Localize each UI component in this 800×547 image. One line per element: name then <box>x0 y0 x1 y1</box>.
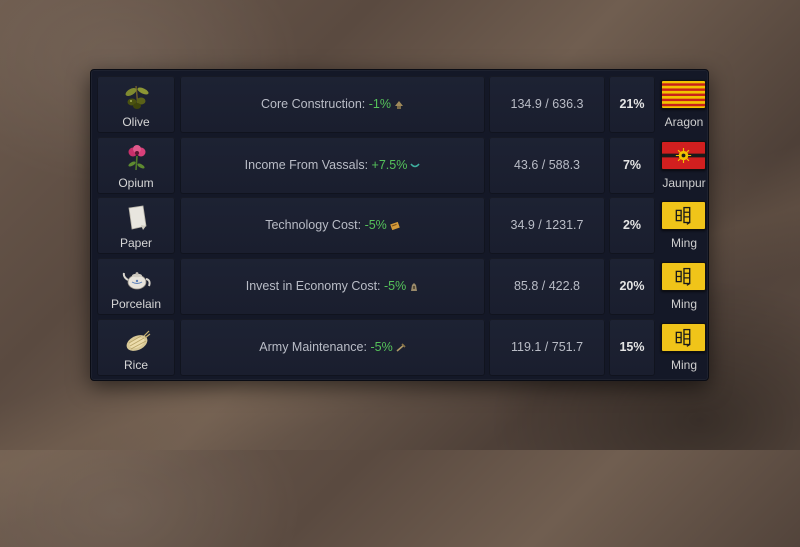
trade-value: 134.9 / 636.3 <box>510 97 584 111</box>
modifier-cell: Technology Cost: -5% <box>180 197 485 254</box>
value-cell: 34.9 / 1231.7 <box>489 197 605 254</box>
owner-cell[interactable]: Jaunpur <box>657 137 711 194</box>
army-maintenance-icon <box>396 343 406 352</box>
trade-good-row[interactable]: Porcelain Invest in Economy Cost: -5% 85… <box>97 258 706 315</box>
good-cell[interactable]: Paper <box>97 197 175 254</box>
owner-name: Ming <box>670 297 697 311</box>
trade-share-percent: 2% <box>622 218 642 232</box>
core-construction-icon <box>394 100 403 109</box>
trade-good-row[interactable]: Opium Income From Vassals: +7.5% 43.6 / … <box>97 137 706 194</box>
modifier-cell: Core Construction: -1% <box>180 76 485 133</box>
trade-good-row[interactable]: Rice Army Maintenance: -5% 119.1 / 751.7… <box>97 319 706 376</box>
trade-value: 119.1 / 751.7 <box>510 340 584 354</box>
modifier-label: Technology Cost: <box>265 218 365 232</box>
owner-name: Ming <box>670 358 697 372</box>
modifier-label: Army Maintenance: <box>259 340 371 354</box>
modifier-label: Invest in Economy Cost: <box>245 279 385 293</box>
trade-value: 34.9 / 1231.7 <box>510 218 584 232</box>
owner-name: Ming <box>670 236 697 250</box>
modifier-value: -5% <box>364 218 387 232</box>
trade-share-percent: 7% <box>622 158 642 172</box>
modifier-value: -5% <box>370 340 393 354</box>
value-cell: 134.9 / 636.3 <box>489 76 605 133</box>
ming-flag-icon[interactable] <box>661 323 706 352</box>
trade-good-row[interactable]: Paper Technology Cost: -5% 34.9 / 1231.7… <box>97 197 706 254</box>
olive-icon <box>125 85 149 109</box>
good-cell[interactable]: Rice <box>97 319 175 376</box>
modifier-label: Income From Vassals: <box>244 158 372 172</box>
good-name: Olive <box>122 115 150 129</box>
ming-flag-icon[interactable] <box>661 201 706 230</box>
vassal-income-icon <box>410 163 420 167</box>
owner-cell[interactable]: Aragon <box>657 76 711 133</box>
trade-share-percent: 20% <box>619 279 645 293</box>
modifier-value: -5% <box>384 279 407 293</box>
paper-icon <box>128 205 147 230</box>
trade-goods-panel: Olive Core Construction: -1% 134.9 / 636… <box>90 69 709 381</box>
modifier-text: Invest in Economy Cost: -5% <box>180 279 485 293</box>
economy-cost-icon <box>411 282 418 291</box>
good-cell[interactable]: Porcelain <box>97 258 175 315</box>
owner-cell[interactable]: Ming <box>657 258 711 315</box>
percent-cell: 15% <box>609 319 655 376</box>
trade-value: 85.8 / 422.8 <box>513 279 581 293</box>
modifier-cell: Army Maintenance: -5% <box>180 319 485 376</box>
good-cell[interactable]: Opium <box>97 137 175 194</box>
percent-cell: 21% <box>609 76 655 133</box>
modifier-cell: Income From Vassals: +7.5% <box>180 137 485 194</box>
owner-name: Jaunpur <box>662 176 706 190</box>
trade-good-row[interactable]: Olive Core Construction: -1% 134.9 / 636… <box>97 76 706 133</box>
owner-cell[interactable]: Ming <box>657 197 711 254</box>
opium-poppy-icon <box>128 145 146 171</box>
value-cell: 85.8 / 422.8 <box>489 258 605 315</box>
modifier-value: -1% <box>368 97 391 111</box>
modifier-value: +7.5% <box>371 158 408 172</box>
good-name: Rice <box>123 358 148 372</box>
technology-cost-icon <box>390 221 400 230</box>
aragon-flag-icon[interactable] <box>661 80 706 109</box>
modifier-text: Core Construction: -1% <box>180 97 485 111</box>
good-name: Paper <box>119 236 153 250</box>
modifier-text: Technology Cost: -5% <box>180 218 485 232</box>
ming-flag-icon[interactable] <box>661 262 706 291</box>
modifier-cell: Invest in Economy Cost: -5% <box>180 258 485 315</box>
percent-cell: 7% <box>609 137 655 194</box>
owner-name: Aragon <box>664 115 704 129</box>
good-name: Opium <box>118 176 154 190</box>
rice-icon <box>126 330 151 351</box>
jaunpur-flag-icon[interactable] <box>661 141 706 170</box>
trade-share-percent: 15% <box>619 340 645 354</box>
value-cell: 43.6 / 588.3 <box>489 137 605 194</box>
percent-cell: 20% <box>609 258 655 315</box>
modifier-text: Army Maintenance: -5% <box>180 340 485 354</box>
porcelain-teapot-icon <box>122 272 151 290</box>
percent-cell: 2% <box>609 197 655 254</box>
value-cell: 119.1 / 751.7 <box>489 319 605 376</box>
trade-value: 43.6 / 588.3 <box>513 158 581 172</box>
modifier-label: Core Construction: <box>261 97 369 111</box>
good-name: Porcelain <box>110 297 162 311</box>
modifier-text: Income From Vassals: +7.5% <box>180 158 485 172</box>
trade-share-percent: 21% <box>619 97 645 111</box>
owner-cell[interactable]: Ming <box>657 319 711 376</box>
good-cell[interactable]: Olive <box>97 76 175 133</box>
